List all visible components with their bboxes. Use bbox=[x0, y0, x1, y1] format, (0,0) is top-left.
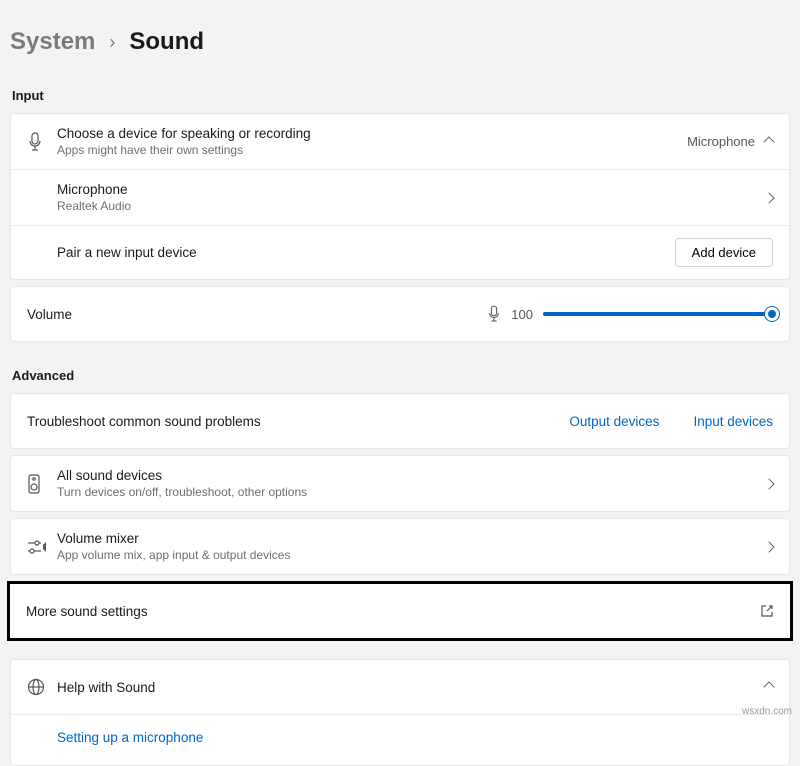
breadcrumb: System › Sound bbox=[10, 0, 790, 76]
microphone-device-row[interactable]: Microphone Realtek Audio bbox=[11, 169, 789, 225]
volume-mixer-card[interactable]: Volume mixer App volume mix, app input &… bbox=[10, 518, 790, 575]
add-device-button[interactable]: Add device bbox=[675, 238, 773, 267]
help-links: Setting up a microphone bbox=[11, 714, 789, 765]
troubleshoot-row: Troubleshoot common sound problems Outpu… bbox=[11, 394, 789, 448]
mixer-icon bbox=[27, 539, 57, 555]
breadcrumb-parent[interactable]: System bbox=[10, 28, 95, 56]
all-devices-subtitle: Turn devices on/off, troubleshoot, other… bbox=[57, 485, 765, 499]
volume-slider[interactable] bbox=[543, 312, 773, 316]
troubleshoot-card: Troubleshoot common sound problems Outpu… bbox=[10, 393, 790, 449]
chevron-up-icon bbox=[763, 681, 774, 692]
all-sound-devices-row[interactable]: All sound devices Turn devices on/off, t… bbox=[11, 456, 789, 511]
input-volume-row: Volume 100 bbox=[11, 287, 789, 341]
page-title: Sound bbox=[129, 28, 204, 56]
choose-input-subtitle: Apps might have their own settings bbox=[57, 143, 687, 157]
mixer-subtitle: App volume mix, app input & output devic… bbox=[57, 548, 765, 562]
input-devices-link[interactable]: Input devices bbox=[693, 414, 773, 429]
volume-card: Volume 100 bbox=[10, 286, 790, 342]
help-title: Help with Sound bbox=[57, 680, 765, 695]
selected-input-device: Microphone bbox=[687, 134, 755, 149]
volume-value: 100 bbox=[511, 307, 533, 322]
input-device-card: Choose a device for speaking or recordin… bbox=[10, 113, 790, 280]
help-header-row[interactable]: Help with Sound bbox=[11, 660, 789, 714]
microphone-subtitle: Realtek Audio bbox=[57, 199, 765, 213]
choose-input-device-row[interactable]: Choose a device for speaking or recordin… bbox=[11, 114, 789, 169]
chevron-right-icon: › bbox=[109, 32, 115, 53]
help-card: Help with Sound Setting up a microphone bbox=[10, 659, 790, 766]
section-advanced-label: Advanced bbox=[12, 368, 788, 383]
more-sound-settings-card[interactable]: More sound settings bbox=[7, 581, 793, 641]
microphone-title: Microphone bbox=[57, 182, 765, 197]
mixer-title: Volume mixer bbox=[57, 531, 765, 546]
external-link-icon bbox=[760, 604, 774, 618]
chevron-right-icon bbox=[763, 192, 774, 203]
pair-device-row: Pair a new input device Add device bbox=[11, 225, 789, 279]
more-settings-title: More sound settings bbox=[26, 604, 760, 619]
globe-icon bbox=[27, 678, 57, 696]
watermark: wsxdn.com bbox=[742, 706, 792, 717]
pair-title: Pair a new input device bbox=[57, 245, 675, 260]
chevron-up-icon bbox=[763, 136, 774, 147]
choose-input-title: Choose a device for speaking or recordin… bbox=[57, 126, 687, 141]
more-sound-settings-row[interactable]: More sound settings bbox=[10, 584, 790, 638]
microphone-icon[interactable] bbox=[487, 305, 501, 323]
speaker-device-icon bbox=[27, 474, 57, 494]
section-input-label: Input bbox=[12, 88, 788, 103]
setting-up-microphone-link[interactable]: Setting up a microphone bbox=[57, 730, 203, 745]
troubleshoot-title: Troubleshoot common sound problems bbox=[27, 414, 569, 429]
all-devices-title: All sound devices bbox=[57, 468, 765, 483]
output-devices-link[interactable]: Output devices bbox=[569, 414, 659, 429]
chevron-right-icon bbox=[763, 541, 774, 552]
volume-mixer-row[interactable]: Volume mixer App volume mix, app input &… bbox=[11, 519, 789, 574]
chevron-right-icon bbox=[763, 478, 774, 489]
all-sound-devices-card[interactable]: All sound devices Turn devices on/off, t… bbox=[10, 455, 790, 512]
microphone-icon bbox=[27, 132, 57, 152]
volume-label: Volume bbox=[27, 307, 487, 322]
